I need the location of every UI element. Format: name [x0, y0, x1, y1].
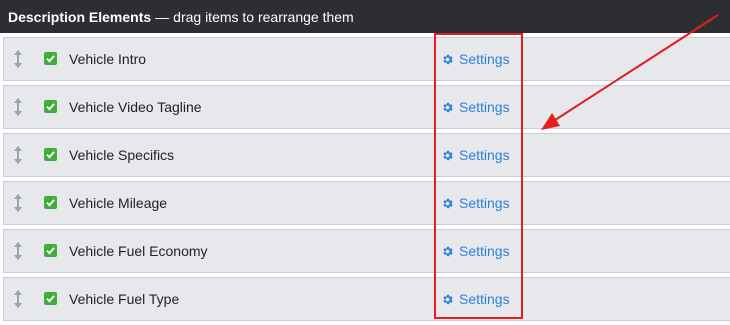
item-label: Vehicle Video Tagline: [69, 99, 202, 115]
drag-handle-icon[interactable]: [12, 49, 24, 69]
settings-link[interactable]: Settings: [441, 50, 510, 68]
drag-handle-icon[interactable]: [12, 145, 24, 165]
header-separator: —: [155, 8, 170, 25]
drag-handle-icon[interactable]: [12, 193, 24, 213]
drag-handle-icon[interactable]: [12, 241, 24, 261]
list-item[interactable]: Vehicle Intro Settings: [3, 37, 730, 81]
settings-link[interactable]: Settings: [441, 194, 510, 212]
enabled-checkbox[interactable]: [44, 148, 57, 161]
enabled-checkbox[interactable]: [44, 292, 57, 305]
list-item[interactable]: Vehicle Specifics Settings: [3, 133, 730, 177]
list-item[interactable]: Vehicle Fuel Economy Settings: [3, 229, 730, 273]
enabled-checkbox[interactable]: [44, 100, 57, 113]
item-label: Vehicle Specifics: [69, 147, 175, 163]
checkmark-icon: [46, 151, 55, 159]
item-label: Vehicle Mileage: [69, 195, 168, 211]
settings-label: Settings: [459, 291, 510, 307]
gear-icon: [443, 150, 453, 160]
settings-label: Settings: [459, 147, 510, 163]
description-elements-list: Vehicle Intro Settings Vehicle Video Tag…: [3, 37, 730, 325]
settings-label: Settings: [459, 51, 510, 67]
item-label: Vehicle Fuel Type: [69, 291, 180, 307]
enabled-checkbox[interactable]: [44, 52, 57, 65]
settings-label: Settings: [459, 99, 510, 115]
checkmark-icon: [46, 199, 55, 207]
gear-icon: [443, 102, 453, 112]
section-title: Description Elements: [8, 8, 152, 25]
item-label: Vehicle Intro: [69, 51, 147, 67]
enabled-checkbox[interactable]: [44, 196, 57, 209]
settings-link[interactable]: Settings: [441, 98, 510, 116]
gear-icon: [443, 294, 453, 304]
checkmark-icon: [46, 247, 55, 255]
settings-link[interactable]: Settings: [441, 242, 510, 260]
settings-link[interactable]: Settings: [441, 146, 510, 164]
gear-icon: [443, 246, 453, 256]
enabled-checkbox[interactable]: [44, 244, 57, 257]
checkmark-icon: [46, 55, 55, 63]
gear-icon: [443, 54, 453, 64]
settings-label: Settings: [459, 243, 510, 259]
settings-label: Settings: [459, 195, 510, 211]
section-header: Description Elements — drag items to rea…: [0, 0, 730, 33]
checkmark-icon: [46, 295, 55, 303]
checkmark-icon: [46, 103, 55, 111]
drag-handle-icon[interactable]: [12, 97, 24, 117]
settings-link[interactable]: Settings: [441, 290, 510, 308]
item-label: Vehicle Fuel Economy: [69, 243, 208, 259]
drag-handle-icon[interactable]: [12, 289, 24, 309]
list-item[interactable]: Vehicle Mileage Settings: [3, 181, 730, 225]
list-item[interactable]: Vehicle Video Tagline Settings: [3, 85, 730, 129]
list-item[interactable]: Vehicle Fuel Type Settings: [3, 277, 730, 321]
section-subtitle: drag items to rearrange them: [173, 8, 354, 25]
gear-icon: [443, 198, 453, 208]
